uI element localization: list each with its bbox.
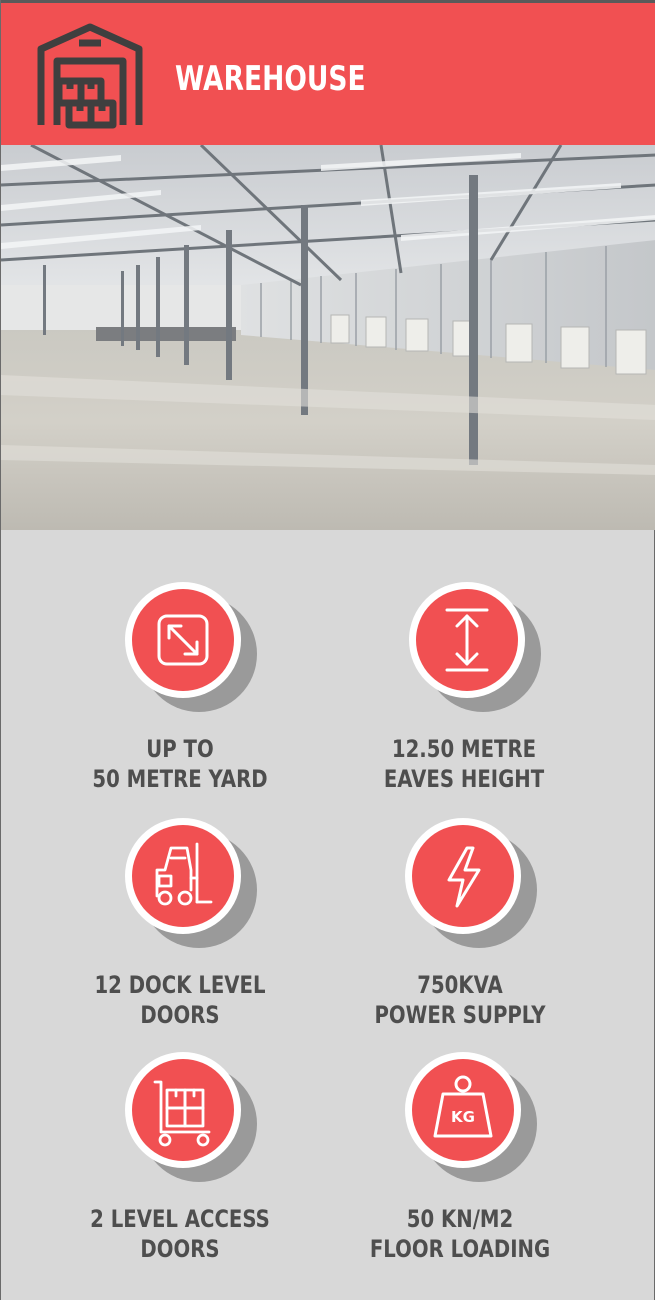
feature-label: 750KVA POWER SUPPLY <box>374 971 546 1029</box>
warehouse-icon <box>37 23 143 129</box>
warehouse-interior-photo <box>1 145 655 530</box>
warehouse-infographic: WAREHOUSE UP TO 50 METRE YARD 12.50 METR… <box>0 0 655 1300</box>
feature-label: 50 KN/M2 FLOOR LOADING <box>369 1205 551 1263</box>
feature-power-supply: 750KVA POWER SUPPLY <box>345 818 575 1038</box>
lightning-bolt-icon <box>405 818 537 948</box>
feature-dock-doors: 12 DOCK LEVEL DOORS <box>65 818 295 1038</box>
header-banner: WAREHOUSE <box>1 0 655 145</box>
vertical-height-icon <box>409 582 541 712</box>
feature-label: 12.50 METRE EAVES HEIGHT <box>383 735 545 793</box>
svg-text:KG: KG <box>451 1108 475 1126</box>
feature-label: 2 LEVEL ACCESS DOORS <box>90 1205 270 1263</box>
page-title: WAREHOUSE <box>175 59 366 99</box>
feature-label: UP TO 50 METRE YARD <box>92 735 268 793</box>
hand-trolley-boxes-icon <box>125 1052 257 1182</box>
feature-yard: UP TO 50 METRE YARD <box>65 582 295 802</box>
kg-weight-icon: KG <box>405 1052 537 1182</box>
feature-level-access-doors: 2 LEVEL ACCESS DOORS <box>65 1052 295 1272</box>
resize-arrows-icon <box>125 582 257 712</box>
forklift-icon <box>125 818 257 948</box>
feature-eaves-height: 12.50 METRE EAVES HEIGHT <box>349 582 579 802</box>
feature-floor-loading: KG 50 KN/M2 FLOOR LOADING <box>345 1052 575 1272</box>
feature-label: 12 DOCK LEVEL DOORS <box>94 971 266 1029</box>
